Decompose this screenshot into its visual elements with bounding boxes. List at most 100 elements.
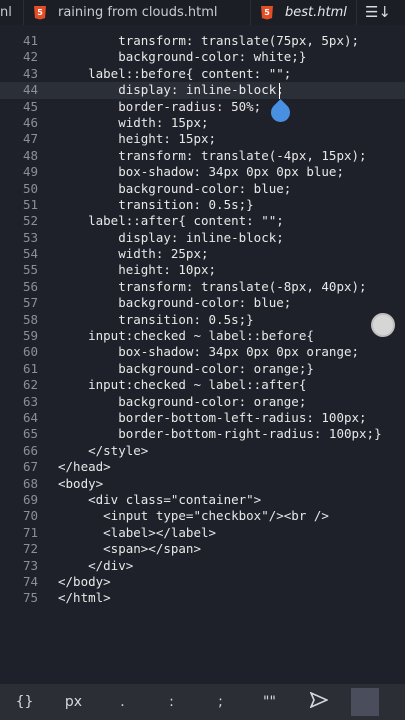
code-line[interactable]: 53 display: inline-block; xyxy=(0,230,405,246)
code-line[interactable]: 54 width: 25px; xyxy=(0,246,405,262)
code-line[interactable]: 55 height: 10px; xyxy=(0,262,405,278)
code-text: <span></span> xyxy=(58,541,201,557)
line-number: 53 xyxy=(22,229,38,245)
html5-icon: 5 xyxy=(34,5,46,20)
line-number: 62 xyxy=(22,377,38,393)
text-cursor xyxy=(279,83,280,99)
line-number: 54 xyxy=(22,246,38,262)
code-line[interactable]: 42 background-color: white;} xyxy=(0,49,405,65)
code-text: <body> xyxy=(58,475,104,491)
code-text: display: inline-block; xyxy=(58,229,284,245)
code-line[interactable]: 63 background-color: orange; xyxy=(0,394,405,410)
key-colon[interactable]: : xyxy=(147,694,196,710)
code-line[interactable]: 46 width: 15px; xyxy=(0,115,405,131)
code-text: display: inline-block; xyxy=(58,82,284,98)
code-text: </body> xyxy=(58,573,111,589)
tab-best-html[interactable]: 5 best.html xyxy=(251,0,357,25)
code-line[interactable]: 72 <span></span> xyxy=(0,541,405,557)
line-number: 44 xyxy=(22,82,38,98)
code-line[interactable]: 73 </div> xyxy=(0,558,405,574)
code-line[interactable]: 45 border-radius: 50%; xyxy=(0,99,405,115)
code-text: </div> xyxy=(58,557,134,573)
line-number: 73 xyxy=(22,557,38,573)
code-line[interactable]: 41 transform: translate(75px, 5px); xyxy=(0,33,405,49)
key-quotes[interactable]: "" xyxy=(245,694,294,710)
line-number: 41 xyxy=(22,33,38,48)
code-line[interactable]: 68 <body> xyxy=(0,476,405,492)
line-number: 75 xyxy=(22,590,38,606)
code-text: transition: 0.5s;} xyxy=(58,196,254,212)
line-number: 57 xyxy=(22,295,38,311)
code-editor[interactable]: 41 transform: translate(75px, 5px); 42 ba… xyxy=(0,33,405,607)
code-text: height: 10px; xyxy=(58,262,217,278)
code-text: background-color: blue; xyxy=(58,180,292,196)
code-line[interactable]: 60 box-shadow: 34px 0px 0px orange; xyxy=(0,344,405,360)
code-line[interactable]: 66 </style> xyxy=(0,443,405,459)
code-line[interactable]: 71 <label></label> xyxy=(0,525,405,541)
line-number: 56 xyxy=(22,278,38,294)
code-line[interactable]: 58 transition: 0.5s;} xyxy=(0,312,405,328)
key-period[interactable]: . xyxy=(98,694,147,710)
scroll-handle[interactable] xyxy=(373,315,393,335)
code-text: border-bottom-right-radius: 100px;} xyxy=(58,426,382,442)
line-number: 45 xyxy=(22,98,38,114)
line-number: 51 xyxy=(22,196,38,212)
code-text: label::before{ content: ""; xyxy=(58,65,292,81)
code-line[interactable]: 47 height: 15px; xyxy=(0,131,405,147)
code-line[interactable]: 75 </html> xyxy=(0,590,405,606)
code-line[interactable]: 74 </body> xyxy=(0,574,405,590)
code-text: background-color: white;} xyxy=(58,49,307,65)
line-number: 58 xyxy=(22,311,38,327)
code-line[interactable]: 61 background-color: orange;} xyxy=(0,361,405,377)
code-line[interactable]: 50 background-color: blue; xyxy=(0,181,405,197)
code-text: box-shadow: 34px 0px 0px orange; xyxy=(58,344,360,360)
code-line[interactable]: 48 transform: translate(-4px, 15px); xyxy=(0,148,405,164)
key-braces[interactable]: {} xyxy=(0,694,49,710)
code-line[interactable]: 49 box-shadow: 34px 0px 0px blue; xyxy=(0,164,405,180)
line-number: 68 xyxy=(22,475,38,491)
code-text: transform: translate(75px, 5px); xyxy=(58,33,360,48)
code-text: border-bottom-left-radius: 100px; xyxy=(58,409,367,425)
code-line[interactable]: 69 <div class="container"> xyxy=(0,492,405,508)
line-number: 60 xyxy=(22,344,38,360)
code-line[interactable]: 70 <input type="checkbox"/><br /> xyxy=(0,508,405,524)
code-text: <div class="container"> xyxy=(58,491,262,507)
code-line[interactable]: 64 border-bottom-left-radius: 100px; xyxy=(0,410,405,426)
code-line[interactable]: 62 input:checked ~ label::after{ xyxy=(0,377,405,393)
tab-label: best.html xyxy=(285,5,347,20)
key-px[interactable]: px xyxy=(49,694,98,710)
code-line[interactable]: 44 display: inline-block; xyxy=(0,82,405,99)
code-line[interactable]: 56 transform: translate(-8px, 40px); xyxy=(0,279,405,295)
keyboard-toggle-button[interactable] xyxy=(351,688,379,716)
code-text: transform: translate(-4px, 15px); xyxy=(58,147,367,163)
tab-partial[interactable]: nl xyxy=(0,0,24,25)
code-text: input:checked ~ label::after{ xyxy=(58,377,307,393)
tab-raining-from-clouds[interactable]: 5 raining from clouds.html xyxy=(24,0,251,25)
code-line[interactable]: 67 </head> xyxy=(0,459,405,475)
tab-partial-label: nl xyxy=(0,5,12,20)
line-number: 46 xyxy=(22,114,38,130)
line-number: 52 xyxy=(22,213,38,229)
line-number: 71 xyxy=(22,524,38,540)
code-text: width: 15px; xyxy=(58,114,209,130)
code-text: transition: 0.5s;} xyxy=(58,311,254,327)
line-number: 42 xyxy=(22,49,38,65)
code-line[interactable]: 51 transition: 0.5s;} xyxy=(0,197,405,213)
code-text: transform: translate(-8px, 40px); xyxy=(58,278,367,294)
code-text: </style> xyxy=(58,442,149,458)
code-line[interactable]: 65 border-bottom-right-radius: 100px;} xyxy=(0,426,405,442)
line-number: 64 xyxy=(22,409,38,425)
code-text: </head> xyxy=(58,459,111,475)
line-number: 47 xyxy=(22,131,38,147)
code-line[interactable]: 59 input:checked ~ label::before{ xyxy=(0,328,405,344)
line-number: 50 xyxy=(22,180,38,196)
code-line[interactable]: 57 background-color: blue; xyxy=(0,295,405,311)
code-line[interactable]: 43 label::before{ content: ""; xyxy=(0,66,405,82)
sort-icon[interactable]: ☰↓ xyxy=(365,3,391,21)
key-semicolon[interactable]: ; xyxy=(196,694,245,710)
send-icon[interactable] xyxy=(294,691,343,712)
code-line[interactable]: 52 label::after{ content: ""; xyxy=(0,213,405,229)
tab-bar: nl 5 raining from clouds.html 5 best.htm… xyxy=(0,0,405,25)
code-text: <label></label> xyxy=(58,524,217,540)
line-number: 59 xyxy=(22,328,38,344)
